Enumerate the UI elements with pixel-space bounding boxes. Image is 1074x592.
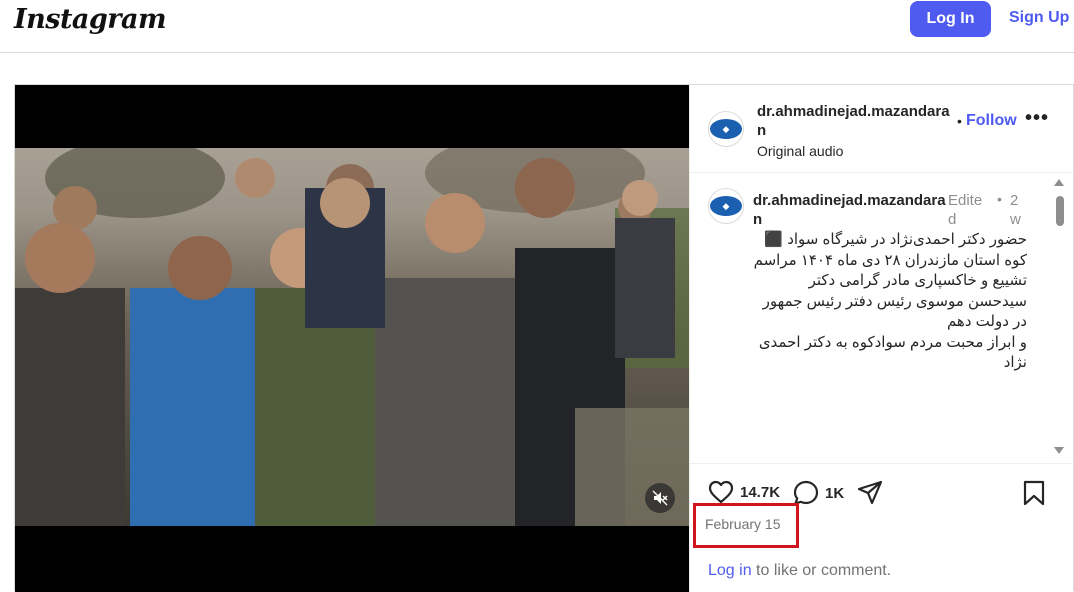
scroll-thumb[interactable]	[1056, 196, 1064, 226]
caption-line: کوه استان مازندران ۲۸ دی ماه ۱۴۰۴ مراسم	[753, 251, 1027, 269]
share-button[interactable]	[857, 480, 883, 506]
heart-icon	[708, 480, 734, 504]
like-button[interactable]: 14.7K	[708, 480, 780, 504]
bookmark-icon	[1023, 480, 1045, 506]
scroll-down-icon[interactable]	[1054, 447, 1064, 454]
share-plane-icon	[857, 480, 883, 505]
caption-line: تشییع و خاکسپاری مادر گرامی دکتر	[808, 272, 1027, 289]
caption-line: و ابراز محبت مردم سوادکوه به دکتر احمدی	[758, 333, 1027, 351]
author-logo: ◆	[710, 119, 742, 139]
video-frame-image	[15, 148, 689, 526]
caption-line: حضور دکتر احمدی‌نژاد در شیرگاه سواد ⬛	[764, 231, 1027, 248]
separator-dot: •	[957, 113, 962, 129]
post-header: ◆ dr.ahmadinejad.mazandaran • Follow •••…	[690, 85, 1074, 173]
caption-line: سیدحسن موسوی رئیس دفتر رئیس جمهور	[762, 292, 1027, 310]
caption-line: نژاد	[1003, 354, 1027, 371]
login-button[interactable]: Log In	[910, 1, 991, 37]
mute-button[interactable]	[645, 483, 675, 513]
caption-author-logo: ◆	[710, 196, 742, 216]
post-date[interactable]: February 15	[705, 516, 780, 532]
signup-link[interactable]: Sign Up	[1009, 9, 1069, 27]
video-frame[interactable]	[15, 148, 689, 526]
login-prompt: Log in to like or comment.	[708, 562, 891, 580]
post-video[interactable]	[15, 85, 689, 592]
comment-count[interactable]: 1K	[825, 485, 844, 502]
author-avatar[interactable]: ◆	[708, 111, 744, 147]
caption-text: حضور دکتر احمدی‌نژاد در شیرگاه سواد ⬛ کو…	[753, 230, 1027, 374]
post-side-panel: ◆ dr.ahmadinejad.mazandaran • Follow •••…	[689, 85, 1074, 592]
scroll-up-icon[interactable]	[1054, 179, 1064, 186]
comment-button[interactable]: 1K	[793, 480, 844, 506]
follow-button[interactable]: Follow	[966, 112, 1017, 130]
caption-line: در دولت دهم	[946, 313, 1027, 330]
muted-speaker-icon	[652, 490, 668, 506]
post-actions: 14.7K 1K February 15 Log in to like or c…	[690, 463, 1074, 592]
like-count[interactable]: 14.7K	[740, 484, 780, 501]
caption-author-avatar[interactable]: ◆	[708, 188, 744, 224]
instagram-logo[interactable]: Instagram	[14, 4, 167, 35]
login-prompt-text: to like or comment.	[751, 562, 892, 579]
save-button[interactable]	[1023, 480, 1045, 506]
top-bar: Instagram Log In Sign Up	[0, 0, 1074, 53]
caption-separator-dot: •	[997, 191, 1002, 207]
login-link[interactable]: Log in	[708, 562, 752, 579]
author-username[interactable]: dr.ahmadinejad.mazandaran	[757, 102, 957, 140]
caption-timestamp[interactable]: 2w	[1010, 191, 1024, 229]
caption-area[interactable]: ◆ dr.ahmadinejad.mazandaran Edited • 2w …	[690, 174, 1074, 463]
post-card: ◆ dr.ahmadinejad.mazandaran • Follow •••…	[14, 84, 1074, 592]
more-options-icon[interactable]: •••	[1025, 107, 1049, 130]
comments-scrollbar[interactable]	[1054, 174, 1066, 463]
original-audio-link[interactable]: Original audio	[757, 143, 843, 159]
caption-author-username[interactable]: dr.ahmadinejad.mazandaran	[753, 191, 949, 229]
edited-label: Edited	[948, 192, 983, 228]
